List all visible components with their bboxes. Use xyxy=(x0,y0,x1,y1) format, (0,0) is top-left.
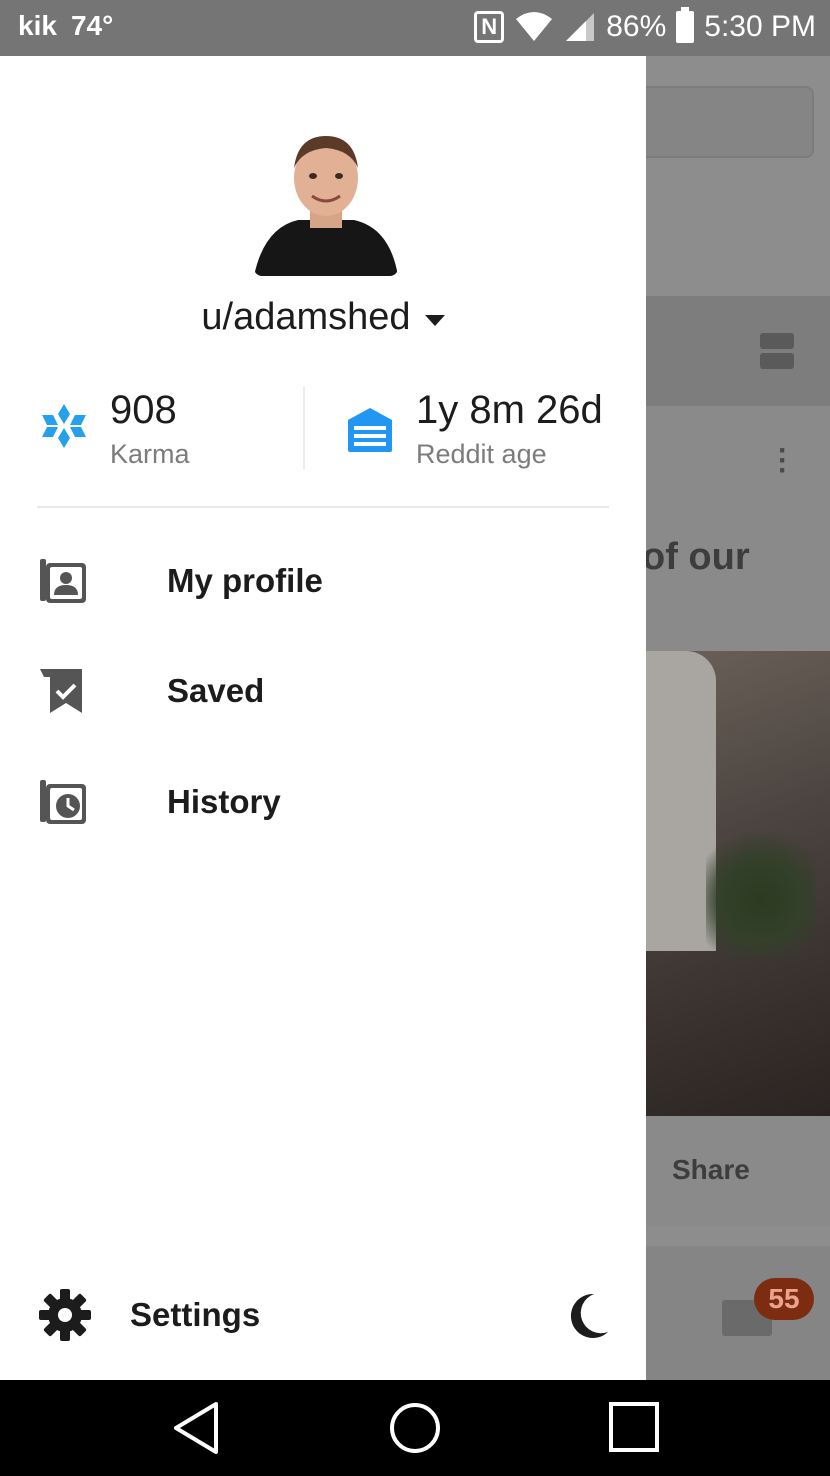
history-icon xyxy=(40,780,86,824)
battery-percent: 86% xyxy=(606,10,667,43)
kik-icon: kik xyxy=(18,10,57,41)
settings-label[interactable]: Settings xyxy=(130,1296,260,1334)
gear-icon[interactable] xyxy=(38,1288,92,1342)
share-button: Share xyxy=(672,1154,750,1185)
menu-item-label: My profile xyxy=(167,562,323,599)
account-switcher[interactable]: u/adamshed xyxy=(0,296,646,339)
username: u/adamshed xyxy=(201,296,411,338)
saved-icon xyxy=(40,669,82,713)
avatar[interactable] xyxy=(254,128,398,276)
home-icon[interactable] xyxy=(389,1402,441,1454)
settings-row: Settings xyxy=(0,1268,646,1360)
navigation-drawer: u/adamshed 908 Karma 1y 8m 26d Reddit ag… xyxy=(0,56,646,1380)
stats-divider xyxy=(303,386,305,470)
background-feed[interactable]: · · · of our Share 55 xyxy=(646,56,830,1380)
reddit-age-stat[interactable]: 1y 8m 26d Reddit age xyxy=(346,386,603,470)
menu-item-label: Saved xyxy=(167,672,265,709)
user-stats: 908 Karma 1y 8m 26d Reddit age xyxy=(0,386,646,476)
menu-item-label: History xyxy=(167,783,281,820)
karma-label: Karma xyxy=(110,439,190,469)
clock: 5:30 PM xyxy=(704,10,816,43)
post-image-plant xyxy=(706,816,816,956)
menu-item-my-profile[interactable]: My profile xyxy=(0,536,646,626)
night-mode-icon[interactable] xyxy=(564,1292,610,1340)
nfc-icon: N xyxy=(474,11,505,43)
menu-item-saved[interactable]: Saved xyxy=(0,646,646,736)
inbox-badge: 55 xyxy=(754,1278,814,1320)
temperature: 74° xyxy=(70,10,114,41)
view-toggle-icon xyxy=(760,333,794,369)
karma-icon xyxy=(42,404,86,448)
cake-icon xyxy=(348,408,392,452)
back-icon[interactable] xyxy=(172,1400,220,1456)
menu-item-history[interactable]: History xyxy=(0,757,646,847)
signal-icon xyxy=(566,13,595,41)
post-title: of our xyxy=(646,536,750,578)
feed-header xyxy=(646,296,830,406)
reddit-age-value: 1y 8m 26d xyxy=(416,388,603,432)
status-bar: kik 74° N 86% 5:30 PM xyxy=(0,0,830,56)
post-card xyxy=(646,406,830,651)
system-nav-bar xyxy=(0,1380,830,1476)
wifi-icon xyxy=(516,12,553,41)
reddit-age-label: Reddit age xyxy=(416,439,547,469)
divider xyxy=(37,506,609,508)
profile-icon xyxy=(40,559,86,603)
battery-icon xyxy=(676,7,695,43)
more-options-icon: · · · xyxy=(778,434,788,487)
chevron-down-icon xyxy=(424,315,445,326)
search-bar xyxy=(646,86,814,158)
karma-value: 908 xyxy=(110,388,177,432)
recent-apps-icon[interactable] xyxy=(609,1402,659,1452)
karma-stat[interactable]: 908 Karma xyxy=(38,386,190,470)
